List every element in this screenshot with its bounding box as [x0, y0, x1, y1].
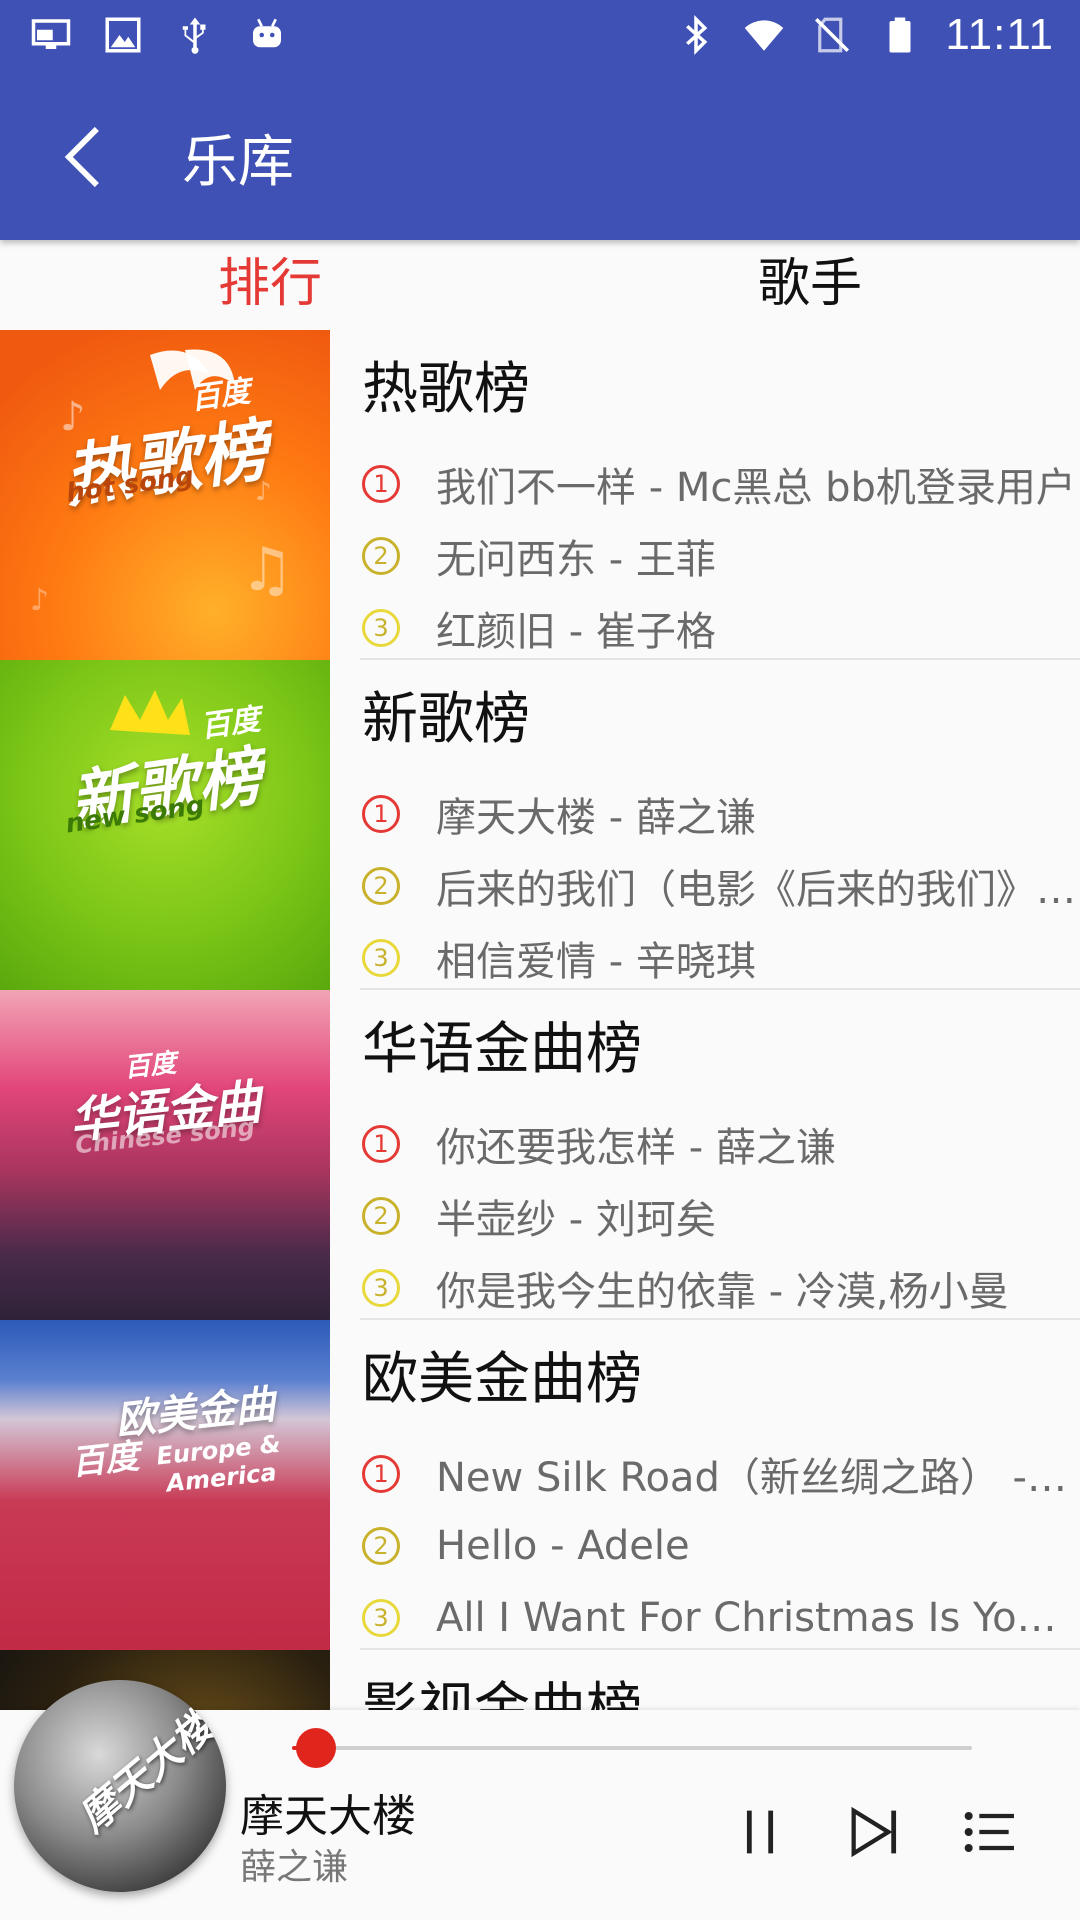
rank-badge: 2	[362, 867, 400, 905]
list-item[interactable]: 1 摩天大楼 - 薛之谦	[360, 778, 1080, 850]
list-item[interactable]: 2 半壶纱 - 刘珂矣	[360, 1180, 1080, 1252]
song-text: 你还要我怎样 - 薛之谦	[436, 1125, 836, 1171]
mini-player: 摩天大楼 摩天大楼 薛之谦	[0, 1680, 1080, 1920]
page-title: 乐库	[182, 130, 294, 195]
chart-row-western[interactable]: 欧美金曲 百度 Europe & America 欧美金曲榜 1 New Sil…	[0, 1320, 1080, 1650]
pause-button[interactable]	[720, 1792, 800, 1872]
toolbar: 乐库	[0, 75, 1080, 240]
chart-info: 欧美金曲榜 1 New Silk Road（新丝绸之路） - Maksim 2 …	[360, 1320, 1080, 1650]
now-playing-title: 摩天大楼	[240, 1791, 416, 1842]
android-icon	[244, 12, 290, 58]
rank-badge: 1	[362, 795, 400, 833]
rank-badge: 1	[362, 1125, 400, 1163]
wifi-icon	[741, 12, 787, 58]
back-button[interactable]	[40, 115, 124, 199]
tab-singers[interactable]: 歌手	[540, 240, 1080, 330]
now-playing-artist: 薛之谦	[240, 1847, 349, 1888]
song-list: 1 New Silk Road（新丝绸之路） - Maksim 2 Hello …	[360, 1438, 1080, 1654]
chart-name: 热歌榜	[362, 357, 530, 422]
album-cover[interactable]: 摩天大楼	[14, 1680, 226, 1892]
list-item[interactable]: 1 我们不一样 - Mc黑总 bb机登录用户	[360, 448, 1080, 520]
chart-cover-hot: ♪ ♫ ♪ ♪ 百度 热歌榜 hot song	[0, 330, 330, 660]
list-item[interactable]: 2 后来的我们（电影《后来的我们》主题曲）	[360, 850, 1080, 922]
status-bar: 11:11	[0, 0, 1080, 75]
progress-handle[interactable]	[296, 1728, 336, 1768]
song-text: 相信爱情 - 辛晓琪	[436, 939, 756, 985]
back-arrow-icon	[64, 126, 99, 188]
chart-row-new[interactable]: 百度 新歌榜 new song 新歌榜 1 摩天大楼 - 薛之谦 2 后来的我们…	[0, 660, 1080, 990]
song-text: Hello - Adele	[436, 1523, 690, 1569]
chart-cover-western: 欧美金曲 百度 Europe & America	[0, 1320, 330, 1650]
screen-mirror-icon	[28, 12, 74, 58]
list-item[interactable]: 2 无问西东 - 王菲	[360, 520, 1080, 592]
chart-info: 新歌榜 1 摩天大楼 - 薛之谦 2 后来的我们（电影《后来的我们》主题曲） 3…	[360, 660, 1080, 990]
rank-badge: 2	[362, 1197, 400, 1235]
usb-icon	[172, 12, 218, 58]
song-text: 后来的我们（电影《后来的我们》主题曲）	[436, 867, 1076, 913]
list-item[interactable]: 1 你还要我怎样 - 薛之谦	[360, 1108, 1080, 1180]
chart-row-hot[interactable]: ♪ ♫ ♪ ♪ 百度 热歌榜 hot song 热歌榜 1 我们不一样 - Mc…	[0, 330, 1080, 660]
song-text: 你是我今生的依靠 - 冷漠,杨小曼	[436, 1269, 1009, 1315]
chart-info: 热歌榜 1 我们不一样 - Mc黑总 bb机登录用户 2 无问西东 - 王菲 3…	[360, 330, 1080, 660]
tab-bar: 排行 歌手	[0, 240, 1080, 330]
rank-badge: 1	[362, 1455, 400, 1493]
chart-name: 欧美金曲榜	[362, 1347, 642, 1412]
pause-icon	[746, 1810, 774, 1854]
clock: 11:11	[945, 10, 1054, 59]
song-list: 1 我们不一样 - Mc黑总 bb机登录用户 2 无问西东 - 王菲 3 红颜旧…	[360, 448, 1080, 664]
song-list: 1 摩天大楼 - 薛之谦 2 后来的我们（电影《后来的我们》主题曲） 3 相信爱…	[360, 778, 1080, 994]
chart-cover-chinese: 百度 华语金曲 Chinese song	[0, 990, 330, 1320]
song-text: 摩天大楼 - 薛之谦	[436, 795, 756, 841]
rank-badge: 3	[362, 609, 400, 647]
chart-cover-new: 百度 新歌榜 new song	[0, 660, 330, 990]
playlist-icon	[964, 1812, 1014, 1852]
list-item[interactable]: 3 红颜旧 - 崔子格	[360, 592, 1080, 664]
album-cover-text: 摩天大楼	[70, 1703, 223, 1842]
rank-badge: 2	[362, 1527, 400, 1565]
no-sim-icon	[809, 12, 855, 58]
song-text: 我们不一样 - Mc黑总 bb机登录用户	[436, 465, 1076, 511]
tab-ranking[interactable]: 排行	[0, 240, 540, 330]
chart-list[interactable]: ♪ ♫ ♪ ♪ 百度 热歌榜 hot song 热歌榜 1 我们不一样 - Mc…	[0, 330, 1080, 1710]
svg-text:♪: ♪	[30, 583, 49, 618]
rank-badge: 3	[362, 1599, 400, 1637]
song-text: New Silk Road（新丝绸之路） - Maksim	[436, 1455, 1076, 1501]
song-list: 1 你还要我怎样 - 薛之谦 2 半壶纱 - 刘珂矣 3 你是我今生的依靠 - …	[360, 1108, 1080, 1324]
list-item[interactable]: 3 相信爱情 - 辛晓琪	[360, 922, 1080, 994]
chart-row-chinese[interactable]: 百度 华语金曲 Chinese song 华语金曲榜 1 你还要我怎样 - 薛之…	[0, 990, 1080, 1320]
chart-info: 影视金曲榜	[360, 1650, 1080, 1710]
song-text: 红颜旧 - 崔子格	[436, 609, 716, 655]
bluetooth-icon	[673, 12, 719, 58]
list-item[interactable]: 3 All I Want For Christmas Is You - Mari…	[360, 1582, 1080, 1654]
song-text: 半壶纱 - 刘珂矣	[436, 1197, 716, 1243]
list-item[interactable]: 1 New Silk Road（新丝绸之路） - Maksim	[360, 1438, 1080, 1510]
playlist-button[interactable]	[950, 1792, 1030, 1872]
song-text: 无问西东 - 王菲	[436, 537, 716, 583]
progress-bar[interactable]	[292, 1746, 972, 1750]
song-text: All I Want For Christmas Is You - Mariah…	[436, 1595, 1076, 1641]
list-item[interactable]: 2 Hello - Adele	[360, 1510, 1080, 1582]
chart-info: 华语金曲榜 1 你还要我怎样 - 薛之谦 2 半壶纱 - 刘珂矣 3 你是我今生…	[360, 990, 1080, 1320]
chart-name: 影视金曲榜	[362, 1677, 642, 1710]
chart-name: 华语金曲榜	[362, 1017, 642, 1082]
rank-badge: 3	[362, 1269, 400, 1307]
next-button[interactable]	[835, 1792, 915, 1872]
next-icon	[851, 1806, 897, 1858]
list-item[interactable]: 3 你是我今生的依靠 - 冷漠,杨小曼	[360, 1252, 1080, 1324]
battery-icon	[877, 12, 923, 58]
rank-badge: 3	[362, 939, 400, 977]
svg-text:♫: ♫	[240, 535, 294, 605]
app-bar: 11:11 乐库	[0, 0, 1080, 240]
rank-badge: 1	[362, 465, 400, 503]
image-icon	[100, 12, 146, 58]
rank-badge: 2	[362, 537, 400, 575]
chart-name: 新歌榜	[362, 687, 530, 752]
